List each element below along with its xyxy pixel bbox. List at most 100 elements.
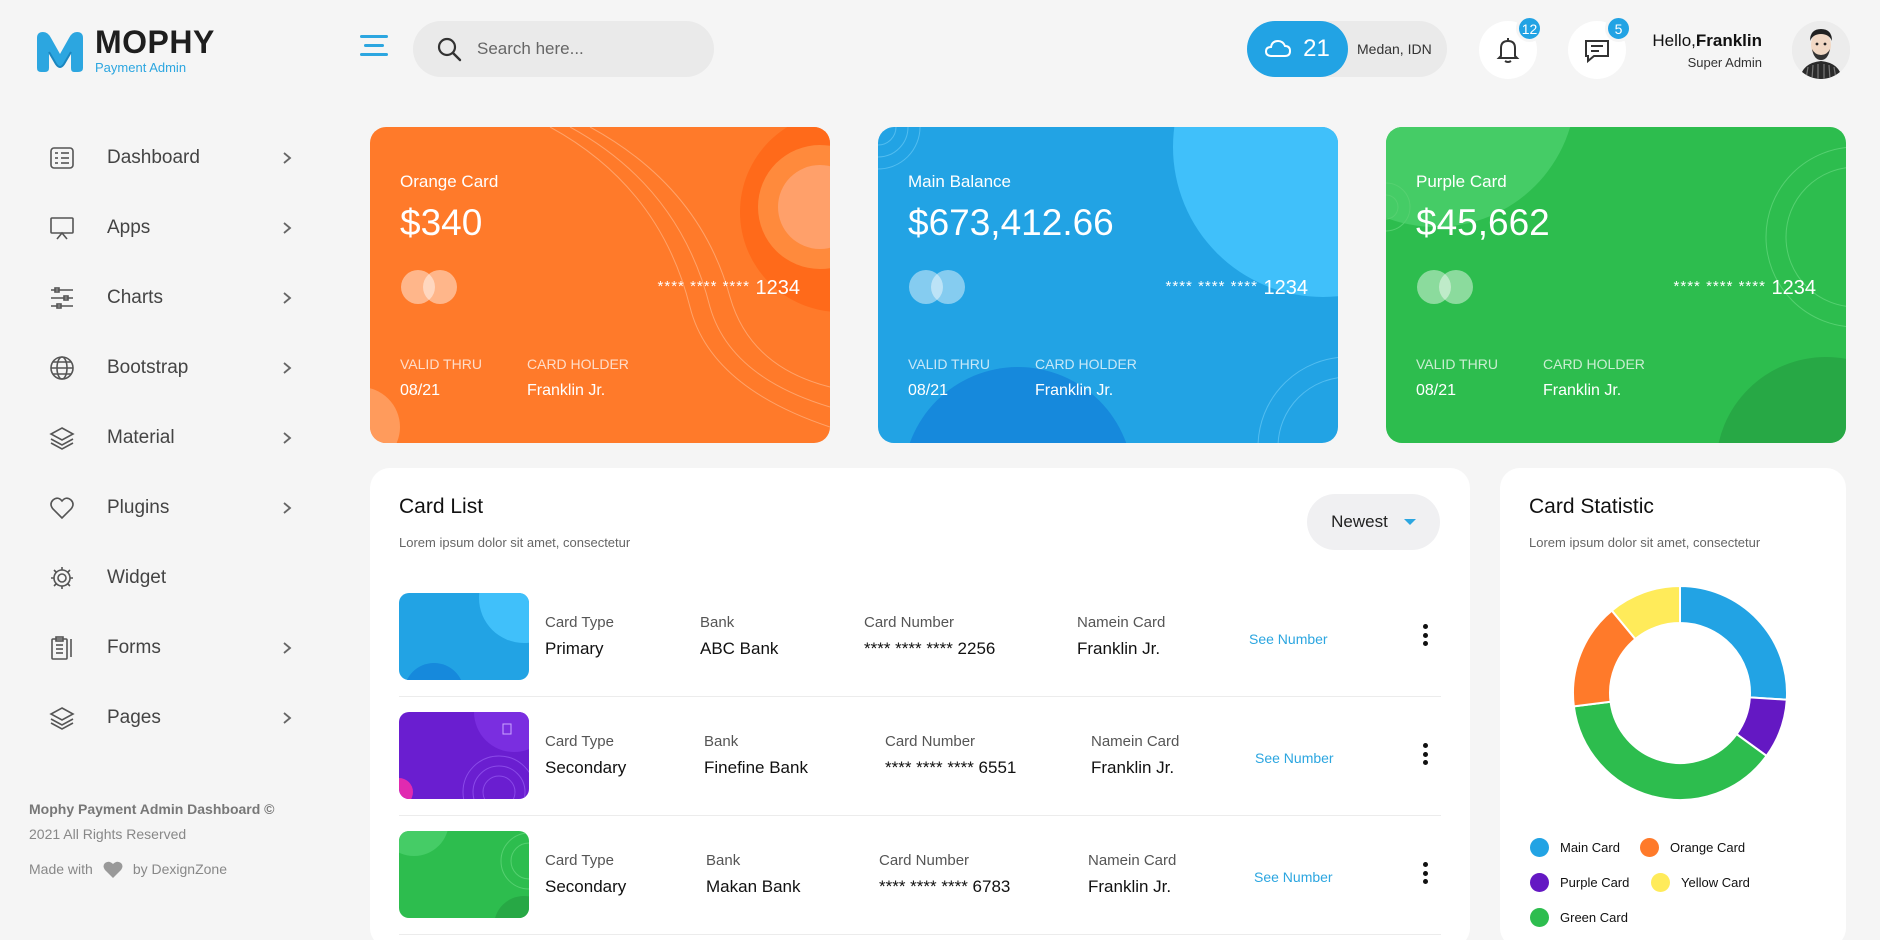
namein-card-value: Franklin Jr. (1077, 639, 1161, 658)
card-number-value: **** **** **** 6551 (885, 758, 1017, 777)
card-type-label: Card Type (545, 614, 614, 631)
bank-label: Bank (700, 614, 735, 631)
valid-thru-value: 08/21 (400, 382, 441, 399)
bank-cell: Bank ABC Bank (700, 614, 778, 659)
search-input[interactable] (477, 39, 697, 59)
card-holder-value: Franklin Jr. (1035, 382, 1114, 399)
card-thumbnail-image (399, 593, 529, 680)
notifications-badge: 12 (1516, 15, 1543, 42)
chevron-right-icon (280, 151, 294, 165)
see-number-link[interactable]: See Number (1254, 869, 1333, 885)
card-number-label: Card Number (885, 733, 976, 750)
sidebar-item-material[interactable]: Material (0, 403, 330, 473)
sidebar-item-charts[interactable]: Charts (0, 263, 330, 333)
search-icon[interactable] (435, 35, 463, 63)
see-number-link[interactable]: See Number (1255, 750, 1334, 766)
namein-card-cell: Namein Card Franklin Jr. (1088, 852, 1176, 897)
card-thumbnail (399, 712, 529, 799)
namein-card-cell: Namein Card Franklin Jr. (1077, 614, 1165, 659)
chevron-right-icon (280, 431, 294, 445)
valid-thru-label: VALID THRU (400, 356, 482, 372)
weather-location: Medan, IDN (1357, 41, 1432, 57)
valid-thru-label: VALID THRU (1416, 356, 1498, 372)
card-type-label: Card Type (545, 852, 614, 869)
card-type-value: Secondary (545, 758, 627, 777)
bank-value: Finefine Bank (704, 758, 808, 777)
cloud-icon (1265, 39, 1292, 57)
card-number-value: **** **** **** 6783 (879, 877, 1011, 896)
legend-label: Yellow Card (1681, 875, 1750, 890)
legend-dot (1640, 838, 1659, 857)
donut-slice-main-card[interactable] (1679, 584, 1788, 701)
sidebar-item-pages[interactable]: Pages (0, 683, 330, 753)
card-number-label: Card Number (879, 852, 970, 869)
menu-toggle-button[interactable] (360, 35, 388, 61)
more-options-icon[interactable] (1419, 859, 1431, 887)
notifications-button[interactable]: 12 (1479, 15, 1543, 79)
legend-dot (1651, 873, 1670, 892)
card-number-mask: **** **** **** (1673, 278, 1766, 295)
legend-item: Purple Card (1530, 873, 1629, 892)
user-info[interactable]: Hello,Franklin Super Admin (1652, 31, 1762, 70)
sidebar-item-dashboard[interactable]: Dashboard (0, 123, 330, 193)
mophy-logo-icon (37, 31, 83, 72)
brand-logo[interactable]: MOPHY Payment Admin (33, 26, 215, 75)
purple-card[interactable]: Purple Card $45,662 **** **** **** 1234 … (1386, 127, 1846, 443)
more-options-icon[interactable] (1419, 621, 1431, 649)
sidebar-item-label: Forms (107, 637, 161, 658)
sidebar-item-widget[interactable]: Widget (0, 543, 330, 613)
weather-temp-pill: 21 (1247, 21, 1348, 77)
chevron-right-icon (280, 291, 294, 305)
table-row[interactable]: Card Type Secondary Bank Finefine Bank C… (399, 697, 1441, 816)
namein-card-cell: Namein Card Franklin Jr. (1091, 733, 1179, 778)
more-options-icon[interactable] (1419, 740, 1431, 768)
main-balance-card[interactable]: Main Balance $673,412.66 **** **** **** … (878, 127, 1338, 443)
see-number-link[interactable]: See Number (1249, 631, 1328, 647)
sidebar-item-bootstrap[interactable]: Bootstrap (0, 333, 330, 403)
avatar[interactable] (1792, 21, 1850, 79)
card-holder-label: CARD HOLDER (527, 356, 629, 372)
avatar-image (1792, 21, 1850, 79)
card-statistic-panel: Card Statistic Lorem ipsum dolor sit ame… (1500, 468, 1846, 940)
hamburger-line (360, 53, 388, 56)
heart-icon (103, 861, 123, 878)
legend-item: Orange Card (1640, 838, 1745, 857)
card-list-title: Card List (399, 495, 484, 518)
card-number-label: Card Number (864, 614, 955, 631)
card-number: **** **** **** 1234 (1674, 277, 1816, 300)
sidebar-item-apps[interactable]: Apps (0, 193, 330, 263)
card-thumbnail (399, 831, 529, 918)
weather-widget[interactable]: 21 Medan, IDN (1247, 21, 1447, 77)
card-amount: $340 (400, 202, 483, 243)
card-holder-value: Franklin Jr. (1543, 382, 1622, 399)
legend-label: Orange Card (1670, 840, 1746, 855)
chevron-right-icon (280, 221, 294, 235)
sort-dropdown[interactable]: Newest (1307, 494, 1440, 550)
brand-subtitle: Payment Admin (95, 60, 187, 75)
orange-card[interactable]: Orange Card $340 **** **** **** 1234 VAL… (370, 127, 830, 443)
table-row[interactable]: Card Type Secondary Bank Makan Bank Card… (399, 816, 1441, 935)
card-number-value: **** **** **** 2256 (864, 639, 996, 658)
table-row[interactable]: Card Type Primary Bank ABC Bank Card Num… (399, 578, 1441, 697)
sidebar-item-label: Apps (107, 217, 151, 238)
layers-icon (48, 424, 76, 452)
sidebar-item-label: Widget (107, 567, 167, 588)
sidebar-item-plugins[interactable]: Plugins (0, 473, 330, 543)
dashboard-icon (48, 144, 76, 172)
heart-icon (48, 494, 76, 522)
pages-icon (48, 704, 76, 732)
card-statistic-donut-chart (1572, 584, 1788, 801)
card-last4: 1234 (755, 277, 801, 299)
user-name: Franklin (1695, 31, 1762, 50)
legend-item: Yellow Card (1651, 873, 1750, 892)
donut-slice-green-card[interactable] (1572, 700, 1768, 801)
legend-dot (1530, 908, 1549, 927)
footer-rights: 2021 All Rights Reserved (29, 826, 187, 842)
namein-card-value: Franklin Jr. (1091, 758, 1175, 777)
sidebar-item-forms[interactable]: Forms (0, 613, 330, 683)
messages-button[interactable]: 5 (1568, 15, 1632, 79)
bell-icon (1496, 38, 1520, 63)
card-thumbnail-image (399, 831, 529, 918)
bank-value: Makan Bank (706, 877, 801, 896)
card-label: Orange Card (400, 172, 499, 191)
